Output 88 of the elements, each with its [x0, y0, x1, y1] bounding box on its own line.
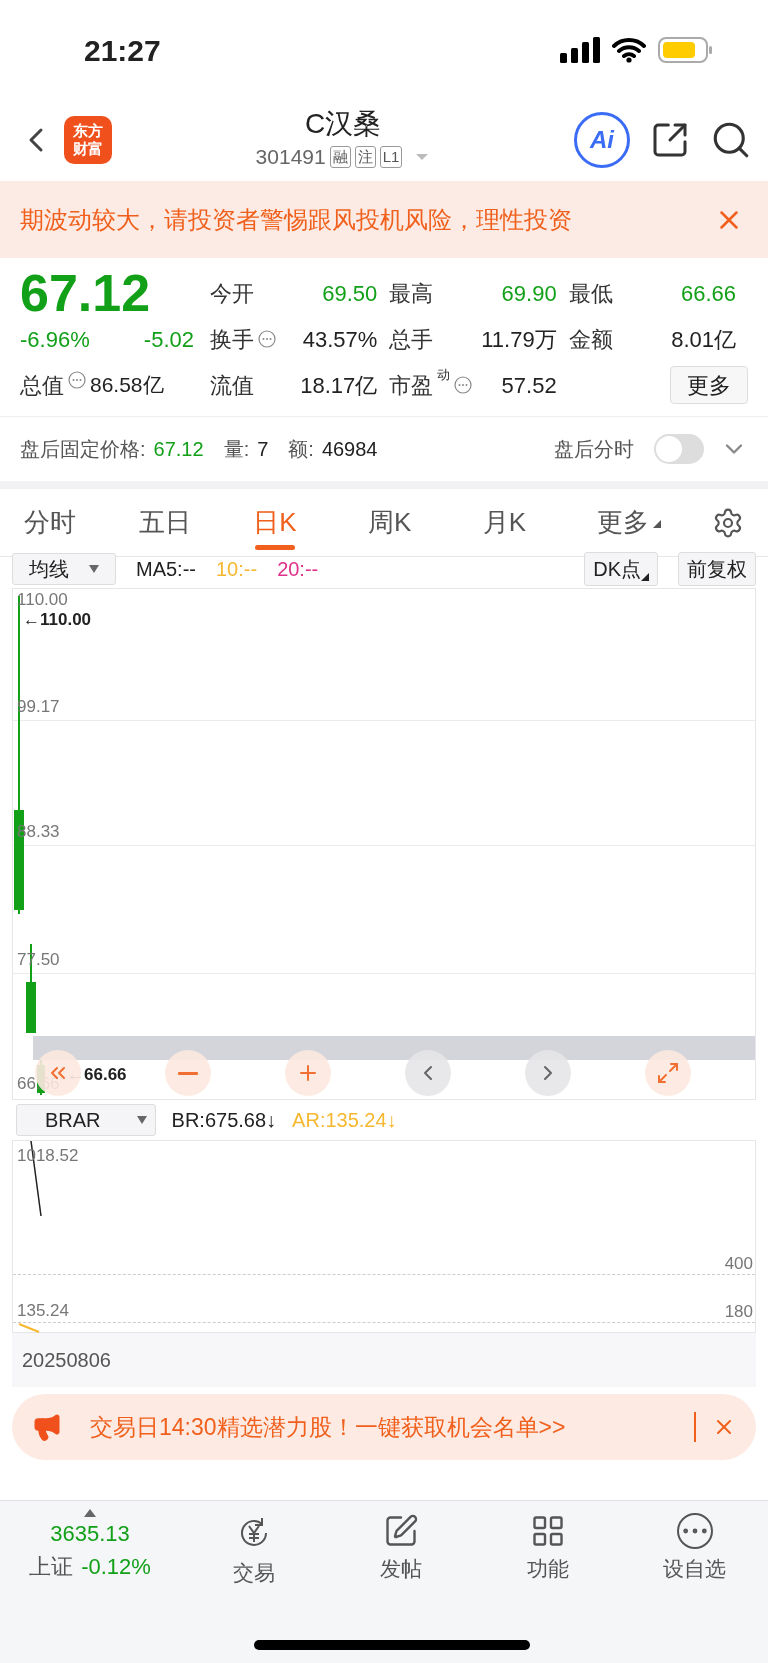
high-price-marker: ←110.00 — [23, 609, 92, 631]
ar-line-icon — [18, 1323, 40, 1333]
index-change: -0.12% — [81, 1553, 151, 1581]
stat-value: 43.57% — [302, 325, 378, 354]
timeshare-toggle[interactable] — [654, 434, 704, 464]
chart-tab[interactable]: 五日 — [138, 489, 254, 556]
sub-axis-label: 135.24 — [17, 1301, 69, 1321]
logo-text: 财富 — [73, 140, 103, 158]
stock-tag: L1 — [379, 146, 403, 168]
stat-value: 86.58亿 — [90, 372, 164, 399]
stat-value: 57.52 — [501, 371, 557, 400]
volume-value: 7 — [257, 437, 269, 462]
volume-label: 量: — [223, 437, 250, 462]
chart-tab[interactable]: 周K — [368, 489, 483, 556]
ma-value: MA5:-- — [136, 557, 196, 582]
status-time: 21:27 — [84, 32, 161, 69]
logo-text: 东方 — [73, 122, 103, 140]
risk-text: 期波动较大，请投资者警惕跟风投机风险，理性投资 — [20, 204, 573, 235]
stat-label: 总值 — [20, 371, 64, 400]
amount-label: 额: — [288, 437, 314, 462]
timeshare-label: 盘后分时 — [554, 437, 634, 462]
stock-title: C汉桑 — [304, 107, 382, 142]
change-percent: -6.96% — [20, 325, 90, 354]
up-caret-icon — [84, 1509, 96, 1517]
ma-value: 10:-- — [216, 557, 258, 582]
stat-value: 66.66 — [680, 279, 736, 308]
level-label: 180 — [724, 1301, 753, 1323]
chart-tab[interactable]: 分时 — [24, 489, 139, 556]
stat-label: 金额 — [568, 325, 613, 354]
stat-value: 69.90 — [501, 279, 557, 308]
ai-button[interactable]: Ai — [574, 112, 630, 168]
stock-code: 301491 — [255, 144, 326, 171]
toolbar-button[interactable]: 交易 — [180, 1509, 327, 1601]
stat-value: 8.01亿 — [671, 325, 736, 354]
toolbar-button[interactable]: 设自选 — [621, 1509, 768, 1601]
corner-triangle-icon — [641, 573, 649, 581]
after-hours-price: 67.12 — [153, 437, 204, 462]
expand-icon — [656, 1061, 680, 1085]
stat-value: 69.50 — [322, 279, 378, 308]
stat-label: 换手 — [210, 325, 254, 354]
stat-label: 流值 — [210, 371, 254, 400]
expand-button[interactable] — [645, 1050, 691, 1096]
stat-value: 11.79万 — [481, 325, 557, 354]
wifi-icon — [612, 37, 646, 63]
stock-tag: 注 — [354, 146, 376, 168]
indicator-select[interactable]: 均线 — [12, 553, 116, 585]
toolbar-button[interactable]: 发帖 — [327, 1509, 474, 1601]
dropdown-icon — [89, 565, 99, 573]
corner-triangle-icon — [653, 520, 662, 529]
megaphone-icon — [32, 1412, 62, 1442]
app-logo[interactable]: 东方 财富 — [64, 116, 112, 164]
amount-value: 46984 — [321, 437, 378, 462]
stat-label: 市盈 — [389, 371, 434, 400]
signal-icon — [560, 37, 600, 63]
low-price-marker: ←66.66 — [67, 1064, 127, 1086]
dropdown-icon[interactable] — [414, 152, 431, 162]
indicator-value: BR:675.68↓ — [171, 1108, 277, 1133]
stat-label: 总手 — [389, 325, 434, 354]
dk-button[interactable]: DK点 — [584, 552, 658, 586]
info-icon[interactable] — [68, 370, 86, 389]
index-value: 3635.13 — [50, 1520, 130, 1548]
ma-value: 20:-- — [277, 557, 319, 582]
zoom-in-button[interactable] — [285, 1050, 331, 1096]
battery-icon — [658, 37, 712, 63]
sub-indicator-select[interactable]: BRAR — [16, 1104, 156, 1136]
stat-value: 18.17亿 — [300, 371, 378, 400]
info-icon[interactable] — [454, 376, 473, 395]
more-icon — [676, 1513, 713, 1549]
more-button[interactable]: 更多 — [670, 366, 748, 404]
level-label: 400 — [724, 1253, 753, 1275]
stat-superscript: 动 — [437, 365, 451, 384]
adjust-button[interactable]: 前复权 — [678, 552, 756, 586]
dropdown-icon — [136, 1116, 147, 1124]
stat-label: 最低 — [568, 279, 613, 308]
stat-label: 今开 — [210, 279, 254, 308]
change-amount: -5.02 — [143, 325, 194, 354]
promo-text: 交易日14:30精选潜力股！一键获取机会名单>> — [90, 1412, 566, 1442]
toolbar-button[interactable]: 功能 — [474, 1509, 621, 1601]
after-hours-label: 盘后固定价格: — [20, 437, 146, 462]
stock-tag: 融 — [329, 146, 351, 168]
index-name: 上证 — [29, 1553, 74, 1581]
stat-label: 最高 — [389, 279, 434, 308]
zoom-out-icon — [178, 1071, 198, 1075]
zoom-out-button[interactable] — [165, 1050, 211, 1096]
date-label: 20250806 — [22, 1348, 111, 1373]
last-price: 67.12 — [20, 270, 152, 316]
indicator-value: AR:135.24↓ — [292, 1108, 397, 1133]
info-icon[interactable] — [258, 330, 276, 349]
